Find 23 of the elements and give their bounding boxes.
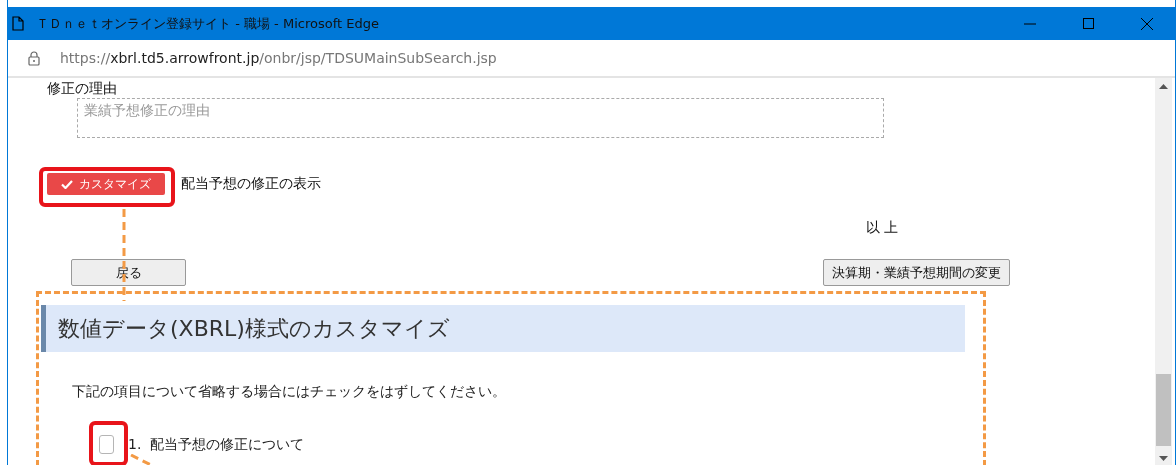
checkbox-label: 1. 配当予想の修正について <box>128 435 305 454</box>
close-icon[interactable] <box>1141 17 1153 30</box>
window-title: ＴＤｎｅｔオンライン登録サイト - 職場 - Microsoft Edge <box>36 14 380 33</box>
scroll-down-icon[interactable] <box>1159 456 1168 461</box>
url-text[interactable]: https://xbrl.td5.arrowfront.jp/onbr/jsp/TDSUMainSubSearch.jsp <box>60 50 497 66</box>
minimize-icon[interactable] <box>1024 22 1036 25</box>
closing-text: 以 上 <box>865 219 898 237</box>
change-period-button[interactable]: 決算期・業績予想期間の変更 <box>823 259 1010 286</box>
scroll-thumb[interactable] <box>1156 374 1171 446</box>
scroll-up-icon[interactable] <box>1159 84 1168 89</box>
instruction-text: 下記の項目について省略する場合にはチェックをはずしてください。 <box>72 383 507 401</box>
scrollbar[interactable] <box>1155 78 1172 465</box>
customize-caption: 配当予想の修正の表示 <box>181 175 321 193</box>
section-heading: 数値データ(XBRL)様式のカスタマイズ <box>41 305 965 352</box>
page-icon <box>12 16 24 31</box>
annotation-highlight <box>89 421 128 465</box>
customize-button[interactable]: カスタマイズ <box>47 173 165 195</box>
checkmark-icon <box>61 179 73 189</box>
field-label: 修正の理由 <box>47 80 118 98</box>
leader-line <box>130 454 152 465</box>
checkbox[interactable] <box>99 435 114 454</box>
lock-icon <box>28 50 40 66</box>
maximize-icon[interactable] <box>1083 18 1094 29</box>
